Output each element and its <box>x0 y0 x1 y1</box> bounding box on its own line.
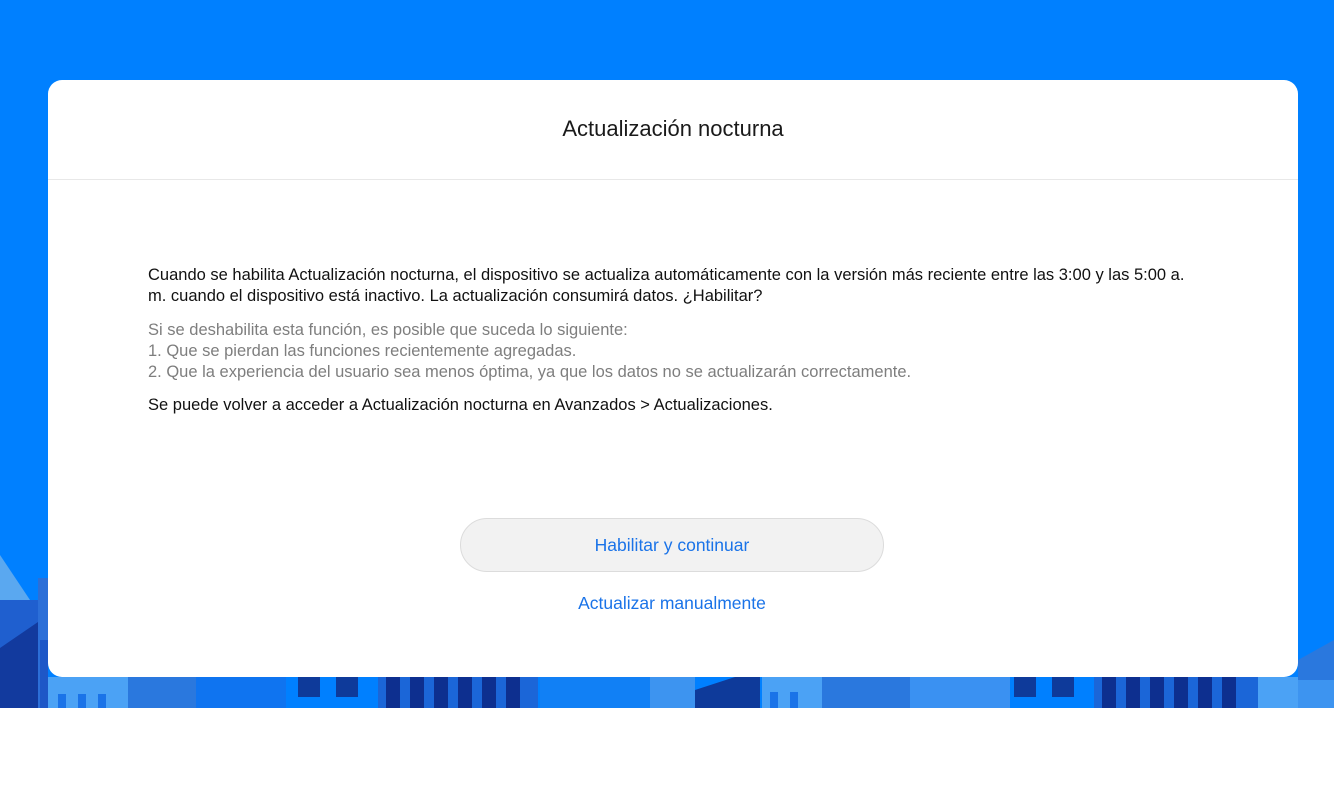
dialog-header: Actualización nocturna <box>48 80 1298 180</box>
enable-and-continue-button[interactable]: Habilitar y continuar <box>460 518 884 572</box>
update-manually-link[interactable]: Actualizar manualmente <box>460 590 884 616</box>
warning-intro: Si se deshabilita esta función, es posib… <box>148 321 628 339</box>
settings-hint: Se puede volver a acceder a Actualizació… <box>148 396 773 414</box>
night-update-dialog: Actualización nocturna Cuando se habilit… <box>48 80 1298 677</box>
warning-block: Si se deshabilita esta función, es posib… <box>148 320 1198 383</box>
description-text: Cuando se habilita Actualización nocturn… <box>148 266 1185 305</box>
dialog-body: Cuando se habilita Actualización nocturn… <box>148 265 1198 416</box>
warning-item: 2. Que la experiencia del usuario sea me… <box>148 363 912 381</box>
dialog-title: Actualización nocturna <box>562 115 784 141</box>
warning-item: 1. Que se pierdan las funciones reciente… <box>148 342 577 360</box>
